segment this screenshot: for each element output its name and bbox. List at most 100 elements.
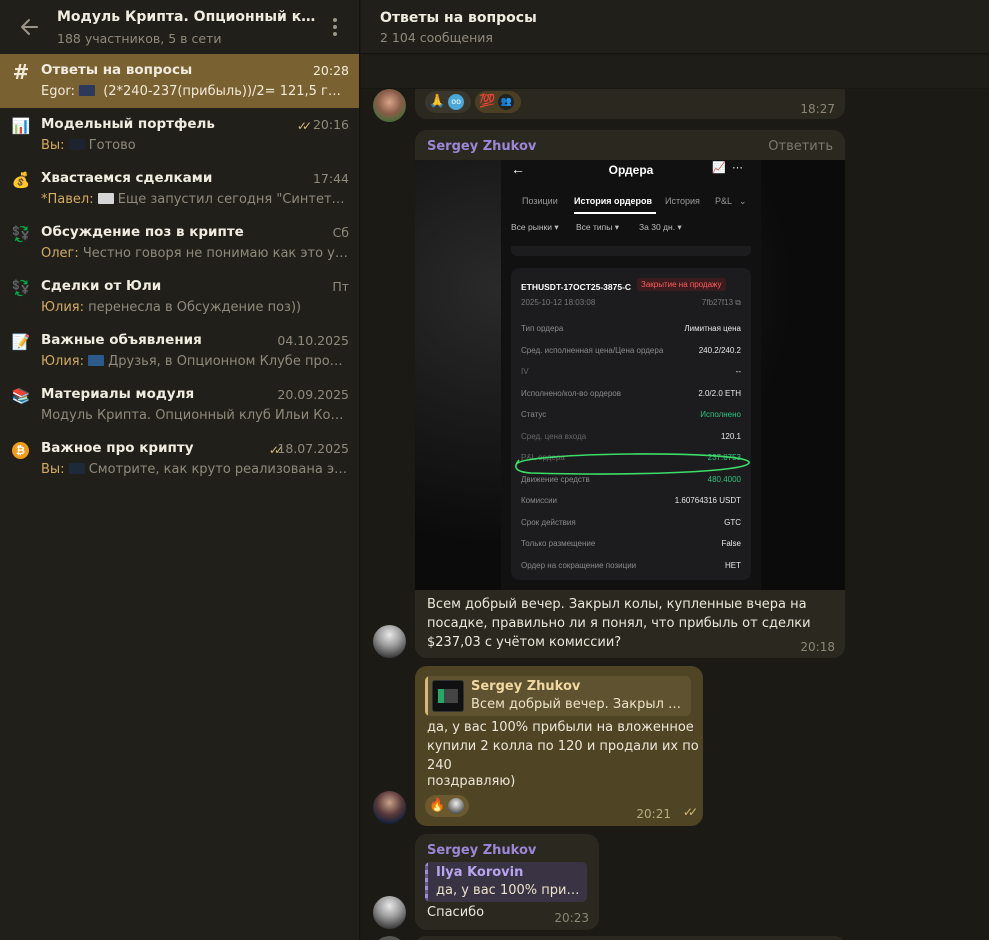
media-thumbnail (97, 193, 114, 204)
chat-title: Сделки от Юли (41, 278, 162, 294)
topic-icon: 📝 (11, 333, 31, 351)
preview-text: Еще запустил сегодня "Синтетическ... (117, 192, 349, 207)
pinned-bar (361, 55, 989, 89)
reaction-avatar: 👤 (448, 798, 465, 814)
chat-time: 04.10.2025 (277, 333, 349, 348)
chat-title: Важные объявления (41, 332, 202, 348)
message-time: 18:27 (800, 102, 835, 116)
message-line: поздравляю) (427, 774, 516, 789)
group-subtitle: 188 участников, 5 в сети (57, 31, 222, 46)
avatar[interactable] (373, 791, 406, 824)
preview-text: Честно говоря не понимаю как это у Вас н… (82, 246, 349, 261)
screenshot-image[interactable]: ← Ордера 📈⋯ Позиции История ордеров Исто… (415, 160, 845, 590)
chat-title: Материалы модуля (41, 386, 195, 402)
order-row-value: Лимитная цена (684, 324, 741, 333)
message-bubble (415, 936, 845, 940)
pray-emoji-icon: 🙏 (429, 94, 446, 109)
tab-underline (574, 212, 656, 214)
message-line: да, у вас 100% прибыли на вложенное (427, 720, 694, 735)
reply-button[interactable]: Ответить (768, 139, 833, 154)
chat-item[interactable]: 📊 Модельный портфель ✓✓ 20:16 Вы: Готово (0, 108, 359, 162)
avatar[interactable] (373, 89, 406, 122)
order-row-value: False (721, 539, 741, 548)
preview-sender: Egor: (41, 84, 75, 99)
chat-item[interactable]: 📝 Важные объявления 04.10.2025 Юлия: Друзья… (0, 324, 359, 378)
message-time: 20:23 (554, 911, 589, 925)
sender-name[interactable]: Sergey Zhukov (427, 843, 536, 858)
chat-item[interactable]: 💱 Сделки от Юли Пт Юлия: перенесла в Обсужд… (0, 270, 359, 324)
order-id-value: 7fb27f13 (701, 298, 734, 307)
phone-tabs: Позиции История ордеров История P&L ⌄ (501, 192, 761, 214)
reply-quote[interactable]: Ilya Korovin да, у вас 100% прибы... (425, 862, 587, 902)
order-row-label: Движение средств (521, 475, 590, 484)
topic-icon: 💰 (11, 171, 31, 189)
menu-button[interactable] (327, 16, 343, 38)
quote-text: Всем добрый вечер. Закрыл коло... (471, 697, 685, 712)
hundred-emoji-icon: 💯 (479, 94, 496, 109)
topic-icon: 📊 (11, 117, 31, 135)
phone-filter: Все типы ▾ (576, 222, 619, 232)
chat-preview: Олег: Честно говоря не понимаю как это у… (41, 246, 349, 261)
chat-item[interactable]: 💰 Хвастаемся сделками 17:44 *Павел: Еще зап… (0, 162, 359, 216)
chat-item[interactable]: 📚 Материалы модуля 20.09.2025 Модуль Крипта… (0, 378, 359, 432)
back-button[interactable] (18, 15, 42, 39)
order-row-label: Комиссии (521, 496, 558, 505)
message-bubble: Sergey Zhukov Ответить ← Ордера 📈⋯ Позиц… (415, 130, 845, 658)
thumb-inner (438, 689, 458, 703)
chat-title: Важное про крипту (41, 440, 194, 456)
message-bubble: Sergey Zhukov Ilya Korovin да, у вас 100… (415, 834, 599, 930)
fire-emoji-icon: 🔥 (429, 798, 446, 813)
message-text: Всем добрый вечер. Закрыл колы, купленны… (427, 597, 811, 650)
message-line: купили 2 колла по 120 и продали их по 24… (427, 739, 699, 773)
order-symbol: ETHUSDT-17OCT25-3875-C (521, 282, 632, 292)
phone-tab: P&L (715, 196, 733, 206)
reaction-avatar: oo (448, 94, 465, 110)
message-bubble: 🙏 oo 💯 👥 18:27 (415, 89, 845, 119)
phone-tab-selected: История ордеров (574, 196, 653, 206)
phone-filter: Все рынки ▾ (511, 222, 559, 232)
chat-item[interactable]: 💱 Обсуждение поз в крипте Сб Олег: Честно г… (0, 216, 359, 270)
preview-text: перенесла в Обсуждение поз)) (88, 300, 302, 315)
chat-preview: Юлия: перенесла в Обсуждение поз)) (41, 300, 349, 315)
reaction-pray[interactable]: 🙏 oo (425, 91, 471, 113)
chat-item[interactable]: ₿ Важное про крипту ✓✓ 18.07.2025 Вы: Смотри… (0, 432, 359, 486)
order-row-label: Статус (521, 410, 547, 419)
topic-icon: 💱 (11, 225, 31, 243)
reply-quote[interactable]: Sergey Zhukov Всем добрый вечер. Закрыл … (425, 676, 691, 716)
reaction-fire[interactable]: 🔥 👤 (425, 795, 469, 817)
order-row-value: GTC (724, 518, 741, 527)
group-title: Модуль Крипта. Опционный клуб Ил... (57, 9, 317, 25)
preview-sender: Олег: (41, 246, 79, 261)
chat-time: 17:44 (312, 171, 349, 186)
preview-text: (2*240-237(прибыль))/2= 121,5 где-то сре… (103, 84, 349, 99)
preview-sender: Вы: (41, 462, 65, 477)
preview-sender: *Павел: (41, 192, 94, 207)
sender-name[interactable]: Sergey Zhukov (427, 139, 536, 154)
phone-screen: ← Ордера 📈⋯ Позиции История ордеров Исто… (501, 160, 761, 590)
kebab-dot-icon (333, 18, 337, 22)
message-text: Спасибо (427, 905, 485, 920)
media-thumbnail (68, 463, 85, 474)
order-row-value: 120.1 (720, 432, 741, 441)
topic-list: # Ответы на вопросы 20:28 Egor: (2*240-237(… (0, 54, 359, 486)
order-row-value: Исполнено (700, 410, 741, 419)
group-header: Модуль Крипта. Опционный клуб Ил... 188 … (0, 0, 359, 54)
quote-thumbnail (432, 680, 464, 712)
topic-icon: # (12, 60, 30, 84)
order-row-value: 480.4000 (707, 475, 741, 484)
quote-sender: Sergey Zhukov (471, 679, 581, 694)
reaction-100[interactable]: 💯 👥 (475, 91, 521, 113)
double-check-icon: ✓✓ (682, 805, 698, 819)
chat-header[interactable]: Ответы на вопросы 2 104 сообщения (361, 0, 989, 54)
group-info[interactable]: Модуль Крипта. Опционный клуб Ил... 188 … (57, 9, 317, 46)
avatar[interactable] (373, 896, 406, 929)
highlight-ellipse (515, 453, 750, 475)
order-row-value: 1.60764316 USDT (674, 496, 741, 505)
order-row-label: IV (521, 367, 529, 376)
chart-more-icon: 📈⋯ (712, 162, 749, 174)
media-thumbnail (68, 139, 85, 150)
order-id: 7fb27f13 ⧉ (702, 298, 741, 308)
chat-item[interactable]: # Ответы на вопросы 20:28 Egor: (2*240-237(… (0, 54, 359, 108)
avatar[interactable] (373, 625, 406, 658)
avatar[interactable] (373, 936, 406, 940)
